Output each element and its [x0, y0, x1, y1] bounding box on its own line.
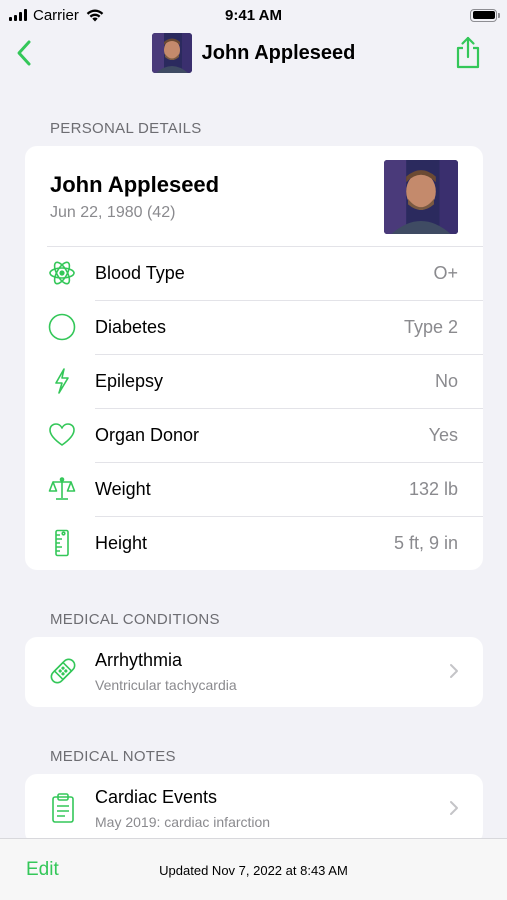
atom-icon	[47, 258, 77, 288]
note-title: Cardiac Events	[95, 787, 218, 807]
battery-icon	[470, 8, 500, 22]
wifi-icon	[86, 9, 104, 22]
detail-row-blood-type: Blood Type O+	[25, 246, 483, 300]
cellular-signal-icon	[9, 9, 27, 21]
row-value: Type 2	[403, 316, 458, 337]
row-label: Blood Type	[95, 262, 185, 283]
medical-conditions-card: Arrhythmia Ventricular tachycardia	[25, 637, 483, 707]
row-value: No	[434, 370, 458, 391]
personal-details-header: PERSONAL DETAILS	[50, 120, 202, 137]
chevron-right-icon	[450, 664, 458, 678]
profile-birthdate: Jun 22, 1980 (42)	[50, 204, 176, 221]
detail-row-organ-donor: Organ Donor Yes	[25, 408, 483, 462]
bolt-icon	[47, 366, 77, 396]
status-left: Carrier	[9, 7, 105, 24]
profile-header: John Appleseed Jun 22, 1980 (42)	[25, 146, 483, 246]
row-label: Epilepsy	[95, 370, 164, 391]
row-value: Yes	[428, 424, 458, 445]
last-updated-text: Updated Nov 7, 2022 at 8:43 AM	[159, 863, 348, 878]
bandage-icon	[50, 658, 76, 684]
bottom-toolbar: Edit Updated Nov 7, 2022 at 8:43 AM	[0, 838, 507, 900]
condition-row-arrhythmia[interactable]: Arrhythmia Ventricular tachycardia	[25, 637, 483, 707]
row-value: O+	[433, 262, 458, 283]
navigation-bar: John Appleseed	[0, 30, 507, 76]
row-value: 5 ft, 9 in	[393, 532, 458, 553]
condition-title: Arrhythmia	[95, 650, 183, 670]
row-label: Weight	[95, 478, 151, 499]
detail-row-weight: Weight 132 lb	[25, 462, 483, 516]
note-subtitle: May 2019: cardiac infarction	[95, 814, 271, 830]
scale-icon	[47, 474, 77, 504]
note-row-cardiac-events[interactable]: Cardiac Events May 2019: cardiac infarct…	[25, 774, 483, 844]
heart-icon	[47, 420, 77, 450]
row-label: Organ Donor	[95, 424, 200, 445]
nav-title: John Appleseed	[201, 41, 356, 64]
status-bar: Carrier 9:41 AM	[0, 0, 507, 30]
chevron-right-icon	[450, 801, 458, 815]
row-value: 132 lb	[408, 478, 458, 499]
carrier-name: Carrier	[33, 6, 79, 24]
ruler-icon	[47, 528, 77, 558]
detail-row-epilepsy: Epilepsy No	[25, 354, 483, 408]
detail-row-height: Height 5 ft, 9 in	[25, 516, 483, 570]
clipboard-icon	[52, 793, 74, 823]
condition-subtitle: Ventricular tachycardia	[95, 677, 237, 693]
medical-notes-card: Cardiac Events May 2019: cardiac infarct…	[25, 774, 483, 844]
nav-title-group: John Appleseed	[151, 33, 356, 73]
circle-icon	[47, 312, 77, 342]
profile-photo	[384, 160, 458, 234]
back-chevron-icon[interactable]	[14, 38, 34, 68]
personal-details-card: John Appleseed Jun 22, 1980 (42) Blood T…	[25, 146, 483, 570]
share-icon[interactable]	[453, 36, 483, 70]
detail-row-diabetes: Diabetes Type 2	[25, 300, 483, 354]
medical-conditions-header: MEDICAL CONDITIONS	[50, 611, 220, 628]
profile-name: John Appleseed	[50, 172, 220, 197]
row-label: Diabetes	[95, 316, 167, 337]
medical-notes-header: MEDICAL NOTES	[50, 748, 176, 765]
row-label: Height	[95, 532, 148, 553]
avatar	[151, 33, 192, 73]
